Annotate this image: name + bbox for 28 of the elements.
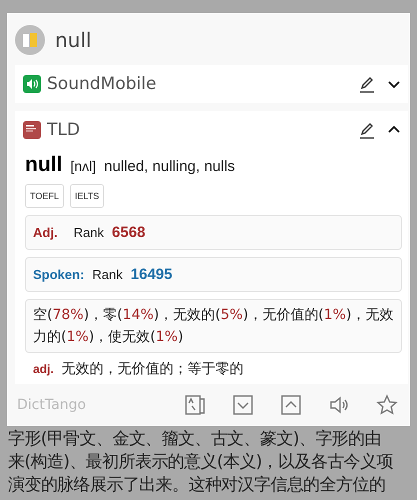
phonetic: [nʌl] bbox=[70, 158, 96, 174]
background-text-line: 字形(甲骨文、金文、籀文、古文、篆文)、字形的由 bbox=[8, 428, 382, 451]
book-cover-icon bbox=[23, 121, 41, 139]
meaning-text: 空(78%)，零(14%)，无效的(5%)，无价值的(1%)，无效力的(1%)，使无效(1%) bbox=[33, 306, 394, 347]
background-text-line: 演变的脉络展示了出来。这种对汉字信息的全方位的 bbox=[8, 474, 386, 497]
search-query[interactable]: null bbox=[55, 28, 92, 52]
dictionary-header[interactable]: SoundMobile bbox=[15, 65, 408, 103]
rank-value: 16495 bbox=[130, 266, 172, 283]
part-of-speech: adj. bbox=[33, 362, 54, 376]
exam-tag: TOEFL bbox=[25, 184, 64, 208]
definition-text: 无效的，无价值的；等于零的 bbox=[62, 360, 244, 378]
headword: null bbox=[25, 153, 62, 177]
rank-word: Rank bbox=[74, 225, 104, 240]
dictionary-name: TLD bbox=[47, 120, 81, 140]
rank-label: Spoken: bbox=[33, 267, 84, 282]
exam-tag: IELTS bbox=[70, 184, 104, 208]
pencil-icon bbox=[358, 121, 376, 139]
speaker-icon bbox=[23, 75, 41, 93]
pencil-icon bbox=[358, 75, 376, 93]
background-text-line: 来(构造)、最初所表示的意义(本义)，以及各古今义项 bbox=[8, 451, 394, 474]
rank-word: Rank bbox=[92, 267, 123, 282]
dictionary-header[interactable]: TLD bbox=[15, 111, 408, 149]
word-forms: nulled, nulling, nulls bbox=[104, 158, 235, 175]
rank-label: Adj. bbox=[33, 225, 58, 240]
app-brand: DictTango bbox=[17, 397, 87, 413]
dictionary-name: SoundMobile bbox=[47, 74, 158, 94]
book-icon bbox=[15, 25, 45, 55]
rank-value: 6568 bbox=[112, 224, 146, 241]
